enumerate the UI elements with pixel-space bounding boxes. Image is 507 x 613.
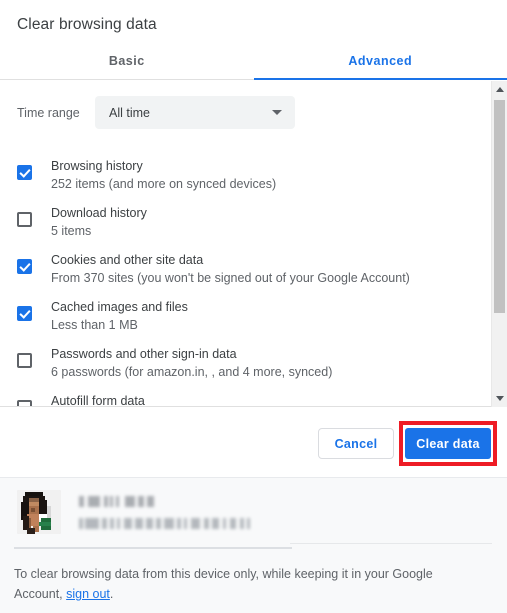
list-item-subtitle: Less than 1 MB — [51, 318, 138, 332]
list-item-subtitle: 6 passwords (for amazon.in, , and 4 more… — [51, 365, 333, 379]
list-item-subtitle: 252 items (and more on synced devices) — [51, 177, 277, 191]
scroll-down-arrow-icon[interactable] — [492, 390, 507, 407]
scroll-up-arrow-icon[interactable] — [492, 81, 507, 98]
list-item-autofill[interactable]: Autofill form data — [0, 387, 489, 407]
page-title: Clear browsing data — [17, 16, 157, 33]
list-item-passwords[interactable]: Passwords and other sign-in data 6 passw… — [0, 340, 489, 387]
list-item-title: Download history — [51, 206, 147, 220]
time-range-label: Time range — [17, 105, 80, 120]
checkbox-browsing-history[interactable] — [17, 165, 32, 180]
checkbox-cookies[interactable] — [17, 259, 32, 274]
chevron-down-icon — [272, 110, 282, 115]
time-range-select[interactable]: All time — [95, 96, 295, 129]
list-item-title: Browsing history — [51, 159, 143, 173]
list-item-cookies[interactable]: Cookies and other site data From 370 sit… — [0, 246, 489, 293]
tab-bar: Basic Advanced — [0, 47, 507, 80]
checkbox-passwords[interactable] — [17, 353, 32, 368]
clear-data-button[interactable]: Clear data — [405, 428, 491, 459]
scrollbar-thumb[interactable] — [494, 100, 505, 313]
tab-basic[interactable]: Basic — [0, 47, 254, 79]
checkbox-download-history[interactable] — [17, 212, 32, 227]
settings-scroll-region: Time range All time Browsing history 252… — [0, 81, 507, 407]
tab-advanced[interactable]: Advanced — [253, 47, 507, 80]
vertical-scrollbar[interactable] — [491, 81, 507, 407]
cancel-button[interactable]: Cancel — [318, 428, 394, 459]
list-item-cached-images[interactable]: Cached images and files Less than 1 MB — [0, 293, 489, 340]
account-profile-row[interactable] — [17, 490, 250, 534]
footer-divider-secondary — [290, 543, 492, 544]
time-range-value: All time — [109, 105, 150, 120]
footer-divider — [14, 547, 292, 549]
list-item-subtitle: 5 items — [51, 224, 92, 238]
list-item-title: Autofill form data — [51, 394, 145, 407]
list-item-download-history[interactable]: Download history 5 items — [0, 199, 489, 246]
account-footer: To clear browsing data from this device … — [0, 477, 507, 613]
footer-note-suffix: . — [109, 587, 114, 601]
time-range-row: Time range All time — [0, 96, 295, 129]
checkbox-autofill[interactable] — [17, 400, 32, 406]
avatar — [17, 490, 61, 534]
sign-out-link[interactable]: sign out — [66, 587, 110, 601]
list-item-subtitle: From 370 sites (you won't be signed out … — [51, 271, 410, 285]
footer-note: To clear browsing data from this device … — [14, 564, 466, 604]
list-item-title: Passwords and other sign-in data — [51, 347, 237, 361]
list-item-browsing-history[interactable]: Browsing history 252 items (and more on … — [0, 152, 489, 199]
checkbox-cached-images[interactable] — [17, 306, 32, 321]
data-type-list: Browsing history 252 items (and more on … — [0, 152, 489, 407]
clear-browsing-data-dialog: Clear browsing data Basic Advanced Time … — [0, 0, 507, 613]
list-item-title: Cookies and other site data — [51, 253, 204, 267]
list-item-title: Cached images and files — [51, 300, 188, 314]
